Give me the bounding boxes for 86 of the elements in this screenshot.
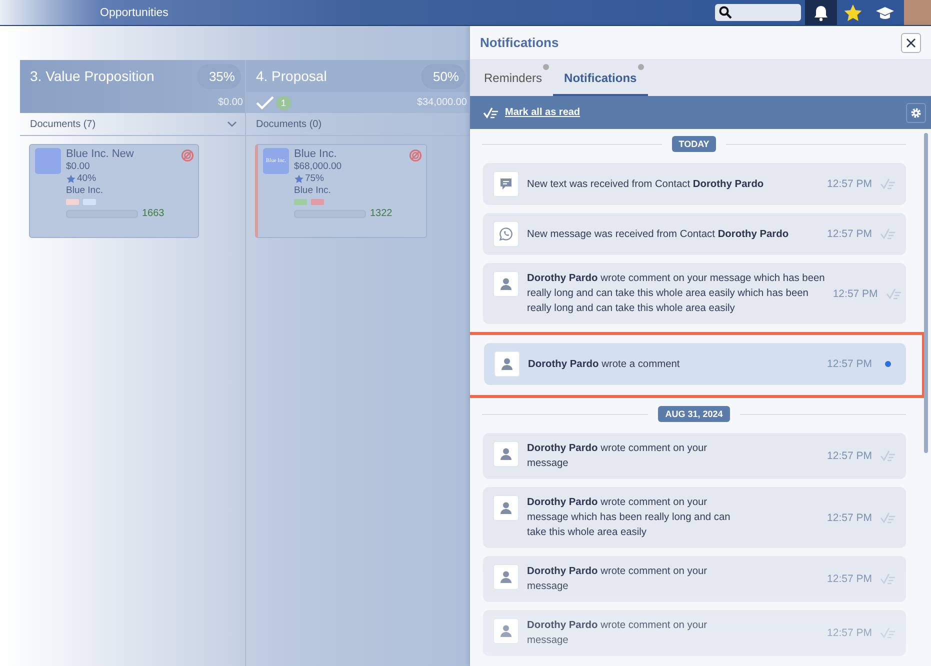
star-icon [294,174,304,184]
phone-bubble-icon [493,221,519,247]
notification-time: 12:57 PM [827,358,872,370]
tab[interactable]: Reminders [473,71,554,96]
notification-time: 12:57 PM [827,573,872,585]
documents-row[interactable]: Documents (0) [246,113,469,136]
card-amount: $0.00 [66,161,91,172]
notification-card[interactable]: Dorothy Pardo wrote comment on your message 12:57 PM [483,556,906,602]
column-title: 3. Value Proposition [30,68,154,84]
column-amount: $34,000.00 [416,97,467,108]
notification-card[interactable]: Dorothy Pardo wrote comment on your message 12:57 PM [483,610,906,656]
notification-text: Dorothy Pardo wrote a comment [528,358,681,372]
card-number: 1663 [142,208,164,219]
settings-button[interactable] [906,102,926,122]
person-icon [493,495,519,521]
star-icon [843,2,863,22]
column-percentage: 50% [420,64,465,88]
opportunity-card[interactable]: Blue Inc. New $0.00 40% Blue Inc. 1663 [29,144,199,238]
card-probability: 75% [304,173,324,184]
person-icon [493,564,519,590]
read-check-icon [880,573,896,585]
column-title: 4. Proposal [256,68,327,84]
notification-card[interactable]: Dorothy Pardo wrote comment on your message which has been really long and can take this whole area easily which has been really long and can take this whole area easily 12:57 PM [483,263,906,324]
person-icon [493,618,519,644]
notification-text: Dorothy Pardo wrote comment on your message which has been really long and can take this whole area easily [527,496,732,540]
unread-dot [885,361,891,367]
search-field[interactable] [715,4,801,21]
card-company: Blue Inc. [66,185,104,196]
date-label: AUG 31, 2024 [658,406,730,422]
prohibited-icon [408,149,422,162]
notification-card[interactable]: Dorothy Pardo wrote comment on your message which has been really long and can take this whole area easily 12:57 PM [483,487,906,548]
card-amount: $68,000.00 [294,161,343,172]
close-button[interactable] [901,32,921,52]
notification-time: 12:57 PM [827,512,872,524]
star-icon [66,174,76,184]
mark-all-read-link[interactable]: Mark all as read [505,107,580,118]
notification-text: New text was received from Contact Dorothy Pardo [527,178,765,192]
read-check-icon [886,288,902,300]
mark-read-icon [483,106,499,118]
column-amount: $0.00 [218,97,243,108]
chevron-down-icon [226,121,237,127]
panel-title: Notifications [480,35,559,50]
card-probability: 40% [77,173,96,184]
card-title: Blue Inc. New [66,148,135,160]
read-check-icon [880,627,896,639]
person-icon [493,271,519,297]
search-icon [719,6,732,19]
date-label: TODAY [672,136,716,152]
notification-card[interactable]: New text was received from Contact Dorothy Pardo 12:57 PM [483,163,906,205]
bell-icon [812,4,830,22]
person-icon [493,441,519,467]
notification-text: Dorothy Pardo wrote comment on your message which has been really long and can take this whole area easily which has been really long and can take this whole area easily [527,272,825,316]
read-check-icon [880,512,896,524]
notification-card[interactable]: Dorothy Pardo wrote a comment 12:57 PM [484,343,906,385]
notification-time: 12:57 PM [827,178,872,190]
notification-text: Dorothy Pardo wrote comment on your message [527,565,708,594]
card-title: Blue Inc. [294,148,338,160]
notification-card[interactable]: New message was received from Contact Dorothy Pardo 12:57 PM [483,213,906,255]
notification-text: New message was received from Contact Dorothy Pardo [527,228,790,242]
bell-button[interactable] [805,0,837,25]
notification-time: 12:57 PM [827,627,872,639]
page-title: Opportunities [100,6,168,18]
notification-time: 12:57 PM [832,288,878,300]
notification-text: Dorothy Pardo wrote comment on your message [527,442,708,471]
check-icon [256,96,274,110]
notification-text: Dorothy Pardo wrote comment on your message [527,619,708,648]
documents-label: Documents (7) [30,118,96,130]
read-check-icon [880,228,896,240]
documents-label: Documents (0) [256,118,322,130]
settings-icon [910,106,922,118]
notification-time: 12:57 PM [827,450,872,462]
notification-time: 12:57 PM [827,228,872,240]
read-check-icon [880,178,896,190]
count-badge: 1 [276,96,291,110]
documents-row[interactable]: Documents (7) [20,113,245,136]
prohibited-icon [181,149,194,162]
close-icon [906,38,916,48]
card-company: Blue Inc. [294,185,332,196]
column-percentage: 35% [196,64,241,88]
person-icon [494,351,520,377]
chat-bubble-icon [493,171,519,197]
notification-card[interactable]: Dorothy Pardo wrote comment on your message 12:57 PM [483,433,906,479]
company-logo [35,148,61,174]
read-check-icon [880,450,896,462]
card-number: 1322 [370,208,392,219]
scrollbar[interactable] [924,133,928,453]
